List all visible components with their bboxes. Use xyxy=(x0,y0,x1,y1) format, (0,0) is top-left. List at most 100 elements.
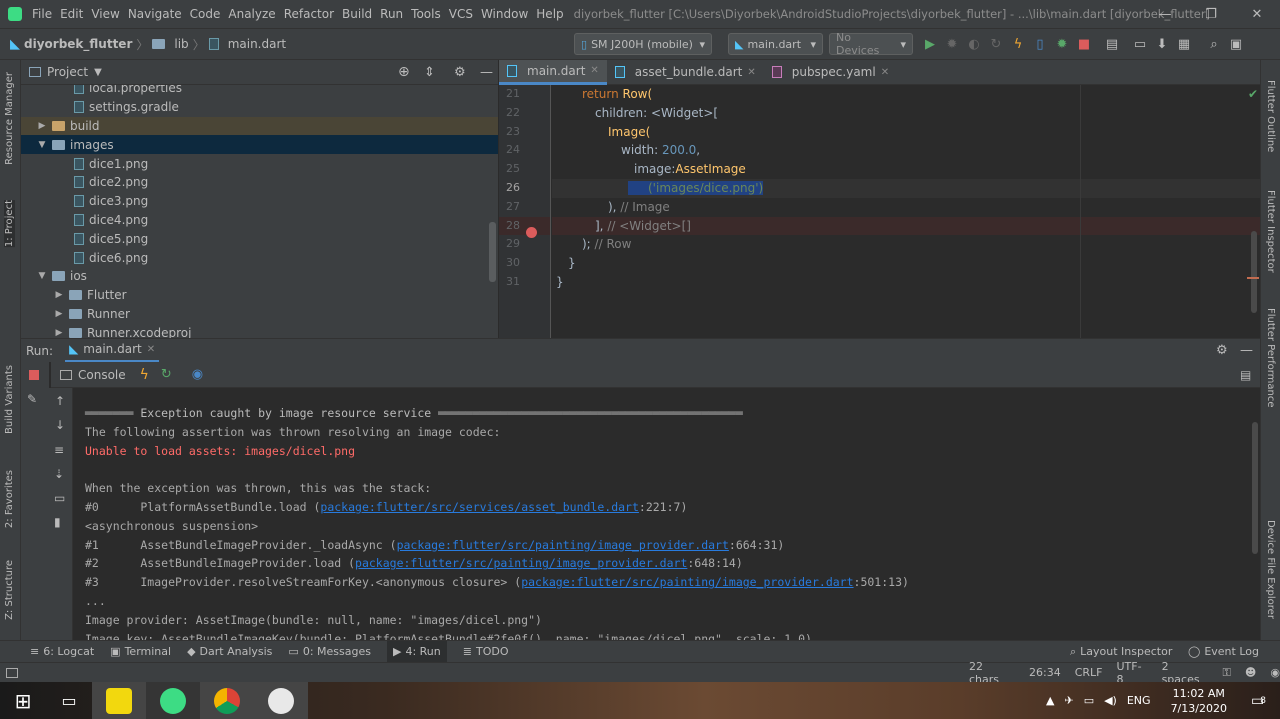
console-scrollbar[interactable] xyxy=(1252,422,1258,554)
tree-item[interactable]: dice3.png xyxy=(21,192,498,211)
tool-messages[interactable]: ▭ 0: Messages xyxy=(288,645,371,658)
device-selector[interactable]: ▯ SM J200H (mobile) ▾ xyxy=(574,33,712,55)
volume-icon[interactable]: ◀) xyxy=(1104,694,1117,707)
menu-tools[interactable]: Tools xyxy=(407,7,445,21)
tool-logcat[interactable]: ≡ 6: Logcat xyxy=(30,645,94,658)
hide-icon[interactable]: — xyxy=(480,65,493,80)
tool-flutter-outline[interactable]: Flutter Outline xyxy=(1265,80,1276,152)
breadcrumb-folder[interactable]: lib xyxy=(174,37,188,51)
tree-item[interactable]: dice4.png xyxy=(21,211,498,230)
collapse-icon[interactable]: ⇕ xyxy=(424,65,435,80)
tree-item[interactable]: ▶ build xyxy=(21,116,498,136)
search-icon[interactable]: ⌕ xyxy=(1203,33,1225,55)
tree-item[interactable]: ▶ Runner.xcodeproj xyxy=(21,323,498,338)
profile-icon[interactable]: ↻ xyxy=(985,33,1007,55)
tool-favorites[interactable]: 2: Favorites xyxy=(4,470,15,528)
scroll-to-end-icon[interactable]: ⇣ xyxy=(54,467,64,481)
layout-icon[interactable]: ▤ xyxy=(1240,368,1251,382)
tool-layout-inspector[interactable]: ⌕ Layout Inspector xyxy=(1070,645,1172,659)
tree-item[interactable]: dice1.png xyxy=(21,154,498,173)
stack-link[interactable]: package:flutter/src/painting/image_provi… xyxy=(355,556,687,570)
tree-item[interactable]: dice5.png xyxy=(21,229,498,248)
menu-analyze[interactable]: Analyze xyxy=(224,7,279,21)
stack-link[interactable]: package:flutter/src/painting/image_provi… xyxy=(397,538,729,552)
stack-link[interactable]: package:flutter/src/services/asset_bundl… xyxy=(320,500,639,514)
tool-device-file-explorer[interactable]: Device File Explorer xyxy=(1265,520,1276,619)
breakpoint-icon[interactable] xyxy=(526,227,537,238)
sdk-manager-icon[interactable]: ⬇ xyxy=(1151,33,1173,55)
status-line-sep[interactable]: CRLF xyxy=(1075,666,1103,679)
network-icon[interactable]: ✈ xyxy=(1064,694,1073,707)
tray-chevron-up-icon[interactable]: ▲ xyxy=(1046,694,1054,707)
arrow-up-icon[interactable]: ↑ xyxy=(55,394,65,408)
hot-restart-icon[interactable]: ↻ xyxy=(161,367,172,382)
tool-event-log[interactable]: ◯ Event Log xyxy=(1188,645,1259,658)
chevron-icon[interactable]: ▼ xyxy=(36,271,48,281)
tree-item[interactable]: ▼ ios xyxy=(21,267,498,286)
tool-run[interactable]: ▶ 4: Run xyxy=(386,641,447,662)
menu-navigate[interactable]: Navigate xyxy=(124,7,186,21)
close-tab-icon[interactable]: ✕ xyxy=(147,344,155,355)
tool-project[interactable]: 1: Project xyxy=(4,200,15,248)
trash-icon[interactable]: ▮ xyxy=(54,515,61,529)
tree-item[interactable]: local.properties xyxy=(21,85,498,98)
menu-code[interactable]: Code xyxy=(186,7,225,21)
task-view-icon[interactable]: ▭ xyxy=(46,682,92,719)
stop-icon[interactable] xyxy=(29,370,39,380)
close-icon[interactable]: ✕ xyxy=(1234,7,1280,22)
console-output[interactable]: ═══════ Exception caught by image resour… xyxy=(73,388,1260,640)
menu-view[interactable]: View xyxy=(87,7,123,21)
avd-icon[interactable]: ▦ xyxy=(1173,33,1195,55)
tree-item[interactable]: settings.gradle xyxy=(21,98,498,117)
tool-todo[interactable]: ≣ TODO xyxy=(463,645,509,658)
tab-main-dart[interactable]: main.dart ✕ xyxy=(499,59,607,85)
menu-window[interactable]: Window xyxy=(477,7,532,21)
chevron-icon[interactable]: ▶ xyxy=(53,290,65,300)
gear-icon[interactable]: ⚙ xyxy=(454,65,466,80)
restore-icon[interactable]: ❐ xyxy=(1188,7,1234,22)
gear-icon[interactable]: ⚙ xyxy=(1216,343,1228,358)
close-tab-icon[interactable]: ✕ xyxy=(881,67,889,78)
inspector-icon[interactable]: ☻ xyxy=(1245,666,1256,679)
tree-item[interactable]: dice6.png xyxy=(21,248,498,267)
run-icon[interactable]: ▶ xyxy=(919,33,941,55)
battery-icon[interactable]: ▭ xyxy=(1084,694,1094,707)
console-tab[interactable]: Console xyxy=(78,368,126,382)
clock[interactable]: 11:02 AM 7/13/2020 xyxy=(1171,686,1227,716)
debug-icon[interactable]: ✹ xyxy=(941,33,963,55)
chevron-down-icon[interactable]: ▼ xyxy=(94,67,102,78)
locate-icon[interactable]: ⊕ xyxy=(398,64,410,80)
windows-start-icon[interactable]: ⊞ xyxy=(0,682,46,719)
run-tab[interactable]: ◣ main.dart ✕ xyxy=(65,339,160,363)
breadcrumb-project[interactable]: diyorbek_flutter xyxy=(24,37,132,51)
attach-icon[interactable]: ▯ xyxy=(1029,33,1051,55)
tree-item[interactable]: dice2.png xyxy=(21,173,498,192)
tree-item[interactable]: ▼ images xyxy=(21,135,498,155)
tool-terminal[interactable]: ▣ Terminal xyxy=(110,645,171,658)
minimize-icon[interactable]: — xyxy=(1142,7,1188,22)
pin-icon[interactable]: ✎ xyxy=(27,392,37,406)
device-manager-icon[interactable]: ▭ xyxy=(1129,33,1151,55)
tab-pubspec-yaml[interactable]: pubspec.yaml ✕ xyxy=(764,60,897,85)
editor-scrollbar[interactable] xyxy=(1251,231,1257,313)
close-tab-icon[interactable]: ✕ xyxy=(590,65,598,76)
project-scrollbar[interactable] xyxy=(489,222,496,282)
hot-reload-icon[interactable]: ϟ xyxy=(140,367,149,383)
coverage-icon[interactable]: ◐ xyxy=(963,33,985,55)
debug-attach-icon[interactable]: ✹ xyxy=(1051,33,1073,55)
menu-run[interactable]: Run xyxy=(376,7,407,21)
taskbar-app-player[interactable] xyxy=(92,682,146,719)
soft-wrap-icon[interactable]: ≡ xyxy=(54,443,64,457)
hide-icon[interactable]: — xyxy=(1240,343,1253,358)
tree-item[interactable]: ▶ Runner xyxy=(21,305,498,324)
tree-item[interactable]: ▶ Flutter xyxy=(21,286,498,305)
chevron-icon[interactable]: ▼ xyxy=(36,140,48,150)
tool-dart-analysis[interactable]: ◆ Dart Analysis xyxy=(187,645,272,658)
tool-resource-manager[interactable]: Resource Manager xyxy=(4,72,15,165)
breadcrumb-file[interactable]: main.dart xyxy=(228,37,286,51)
tool-build-variants[interactable]: Build Variants xyxy=(4,365,15,434)
chevron-icon[interactable]: ▶ xyxy=(36,121,48,131)
tool-flutter-inspector[interactable]: Flutter Inspector xyxy=(1265,190,1276,273)
menu-edit[interactable]: Edit xyxy=(56,7,87,21)
devices-selector[interactable]: No Devices ▾ xyxy=(829,31,913,57)
